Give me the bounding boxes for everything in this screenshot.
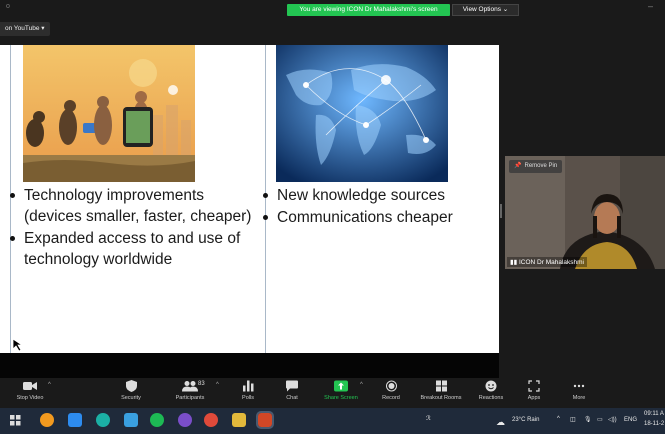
share-screen-icon	[334, 380, 348, 392]
share-options-chevron-icon[interactable]: ^	[360, 382, 363, 388]
language-indicator[interactable]: ENG	[624, 417, 637, 423]
evolution-illustration	[23, 45, 195, 182]
bullet-expanded-access: Expanded access to and use of technology…	[10, 228, 260, 270]
youtube-share-chip[interactable]: on YouTube ▾	[0, 22, 50, 36]
bullet-communications: Communications cheaper	[263, 207, 493, 228]
meeting-toolbar: Stop Video ^ Security Participants 83 ^ …	[0, 378, 665, 407]
spotify-taskbar-icon[interactable]	[150, 413, 164, 427]
weather-text[interactable]: 23°C Rain	[512, 417, 539, 423]
title-bar: o You are viewing ICON Dr Mahalakshmi's …	[0, 0, 665, 18]
stop-video-button[interactable]: Stop Video	[12, 380, 48, 401]
window-title: o	[6, 3, 10, 10]
chat-button[interactable]: Chat	[279, 380, 305, 401]
breakout-rooms-label: Breakout Rooms	[420, 395, 462, 401]
share-screen-label: Share Screen	[324, 395, 358, 401]
battery-icon[interactable]: ▭	[597, 416, 603, 423]
more-dots-icon	[573, 384, 585, 388]
bullet-new-knowledge: New knowledge sources	[263, 185, 493, 206]
participant-name-text: ICON Dr Mahalakshmi	[518, 259, 584, 266]
remove-pin-label: Remove Pin	[524, 163, 558, 169]
remove-pin-button[interactable]: 📌 Remove Pin	[509, 160, 563, 173]
more-label: More	[572, 395, 586, 401]
slide-bottom-bar	[0, 353, 499, 378]
record-icon	[385, 380, 397, 392]
mail-taskbar-icon[interactable]	[124, 413, 138, 427]
more-button[interactable]: More	[566, 380, 592, 401]
left-bullet-list: Technology improvements (devices smaller…	[10, 185, 260, 271]
right-bullet-list: New knowledge sources Communications che…	[263, 185, 493, 229]
shield-icon	[125, 380, 137, 392]
zoom-window: { "window": { "title": "o", "minimize": …	[0, 0, 665, 434]
windows-taskbar: ℛ ☁ 23°C Rain ^ ◫ 🎙 ▭ ◁)) ENG 09:11 A 18…	[0, 408, 665, 434]
video-options-chevron-icon[interactable]: ^	[48, 382, 51, 388]
bar-chart-icon	[242, 380, 253, 392]
tray-chevron-up-icon[interactable]: ^	[557, 416, 560, 422]
participants-options-chevron-icon[interactable]: ^	[216, 382, 219, 388]
participant-video-tile[interactable]: 📌 Remove Pin ▮▮ ICON Dr Mahalakshmi	[505, 156, 665, 269]
file-explorer-taskbar-icon[interactable]	[232, 413, 246, 427]
participant-count-badge: 83	[198, 381, 205, 387]
reactions-label: Reactions	[478, 395, 504, 401]
security-label: Security	[121, 395, 141, 401]
network-icon[interactable]: ◫	[570, 416, 576, 423]
edge-taskbar-icon[interactable]	[96, 413, 110, 427]
participants-label: Participants	[175, 395, 205, 401]
share-screen-button[interactable]: Share Screen	[318, 380, 364, 401]
panel-resize-handle[interactable]	[500, 204, 502, 218]
apps-label: Apps	[527, 395, 541, 401]
world-network-map	[276, 45, 448, 182]
participants-icon	[182, 381, 198, 392]
breakout-rooms-button[interactable]: Breakout Rooms	[414, 380, 468, 401]
browser-taskbar-icon[interactable]	[204, 413, 218, 427]
powerpoint-taskbar-icon[interactable]	[256, 411, 274, 429]
view-options-button[interactable]: View Options ⌄	[452, 4, 519, 16]
smiley-icon	[485, 380, 497, 392]
task-view-icon[interactable]	[10, 415, 21, 426]
volume-icon[interactable]: ◁))	[608, 416, 617, 423]
bullet-technology-improvements: Technology improvements (devices smaller…	[10, 185, 260, 227]
viewing-screen-banner: You are viewing ICON Dr Mahalakshmi's sc…	[287, 4, 450, 16]
chat-bubble-icon	[286, 380, 298, 392]
stop-video-label: Stop Video	[16, 395, 44, 401]
apps-icon	[528, 380, 540, 392]
breakout-rooms-icon	[435, 380, 447, 392]
video-camera-icon	[23, 382, 37, 390]
clock-time[interactable]: 09:11 A	[644, 411, 664, 417]
weather-icon: ☁	[496, 417, 505, 427]
signal-icon: ▮▮	[510, 259, 519, 266]
record-label: Record	[382, 395, 400, 401]
polls-button[interactable]: Polls	[234, 380, 262, 401]
reactions-button[interactable]: Reactions	[475, 380, 507, 401]
zoom-taskbar-icon[interactable]	[68, 413, 82, 427]
security-button[interactable]: Security	[112, 380, 150, 401]
minimize-button[interactable]: –	[648, 1, 653, 11]
apps-button[interactable]: Apps	[522, 380, 546, 401]
clock-date[interactable]: 18-11-2	[644, 421, 664, 427]
pin-icon: 📌	[514, 163, 522, 169]
chrome-taskbar-icon[interactable]	[40, 413, 54, 427]
microphone-icon[interactable]: 🎙	[584, 416, 592, 423]
polls-label: Polls	[242, 395, 254, 401]
people-icon[interactable]: ℛ	[426, 415, 431, 422]
participant-name-label: ▮▮ ICON Dr Mahalakshmi	[507, 257, 587, 267]
record-button[interactable]: Record	[376, 380, 406, 401]
media-player-taskbar-icon[interactable]	[178, 413, 192, 427]
chat-label: Chat	[286, 395, 298, 401]
